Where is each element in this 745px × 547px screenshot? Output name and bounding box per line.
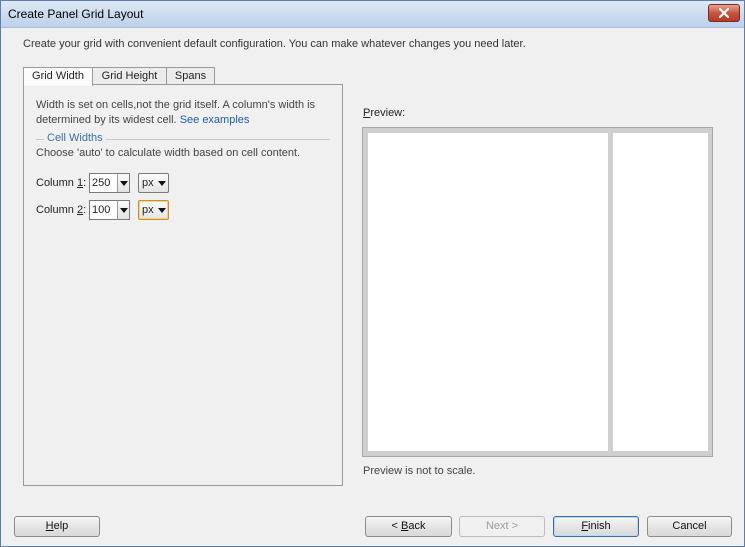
auto-hint: Choose 'auto' to calculate width based o… xyxy=(36,147,301,159)
preview-note: Preview is not to scale. xyxy=(363,465,476,477)
column-2-width-combo[interactable]: 100 xyxy=(89,200,130,220)
preview-label-rest: review: xyxy=(370,107,406,119)
next-button[interactable]: Next > xyxy=(459,516,545,537)
chevron-down-icon xyxy=(158,181,166,186)
column-1-label-prefix: Column xyxy=(36,177,77,189)
column-1-label-suffix: : xyxy=(83,177,87,189)
intro-text: Create your grid with convenient default… xyxy=(23,38,526,50)
grid-preview xyxy=(362,127,713,457)
column-2-label-prefix: Column xyxy=(36,204,77,216)
tab-grid-width[interactable]: Grid Width xyxy=(23,67,93,86)
column-2-label: Column 2: xyxy=(36,204,86,216)
title-bar[interactable]: Create Panel Grid Layout xyxy=(1,1,744,28)
back-button-rest: ack xyxy=(408,520,426,532)
chevron-down-icon xyxy=(158,208,166,213)
preview-label: Preview: xyxy=(363,107,405,119)
width-description: Width is set on cells,not the grid itsel… xyxy=(36,98,336,128)
cancel-button[interactable]: Cancel xyxy=(647,516,732,537)
dialog-window: Create Panel Grid Layout Create your gri… xyxy=(0,0,745,547)
help-button-rest: elp xyxy=(53,520,69,532)
column-1-width-value[interactable]: 250 xyxy=(92,177,110,189)
cell-widths-section-title: Cell Widths xyxy=(44,132,106,144)
preview-column-1 xyxy=(368,133,608,451)
chevron-down-icon xyxy=(120,181,128,186)
window-title: Create Panel Grid Layout xyxy=(8,7,144,21)
tab-spans[interactable]: Spans xyxy=(166,67,215,85)
column-1-width-dropdown-button[interactable] xyxy=(117,174,129,192)
column-1-unit-select[interactable]: px xyxy=(138,173,169,193)
column-1-unit-value: px xyxy=(142,177,154,189)
back-button-prefix: < xyxy=(391,520,401,532)
column-2-width-dropdown-button[interactable] xyxy=(117,201,129,219)
column-1-label: Column 1: xyxy=(36,177,86,189)
column-2-unit-select[interactable]: px xyxy=(138,200,169,220)
description-text: Width is set on cells,not the grid itsel… xyxy=(36,99,316,126)
tab-grid-height[interactable]: Grid Height xyxy=(92,67,167,85)
back-button[interactable]: < Back xyxy=(365,516,452,537)
column-1-width-combo[interactable]: 250 xyxy=(89,173,130,193)
finish-button[interactable]: Finish xyxy=(553,516,639,537)
close-button[interactable] xyxy=(708,4,740,22)
column-2-unit-value: px xyxy=(142,204,154,216)
help-button[interactable]: Help xyxy=(14,516,100,537)
finish-button-rest: inish xyxy=(588,520,611,532)
column-2-label-suffix: : xyxy=(83,204,87,216)
close-icon xyxy=(719,8,729,18)
help-button-mnemonic: H xyxy=(45,520,54,532)
preview-column-2 xyxy=(613,133,708,451)
chevron-down-icon xyxy=(120,208,128,213)
see-examples-link[interactable]: See examples xyxy=(180,114,250,126)
column-2-width-value[interactable]: 100 xyxy=(92,204,110,216)
grid-width-panel: Width is set on cells,not the grid itsel… xyxy=(23,84,343,486)
